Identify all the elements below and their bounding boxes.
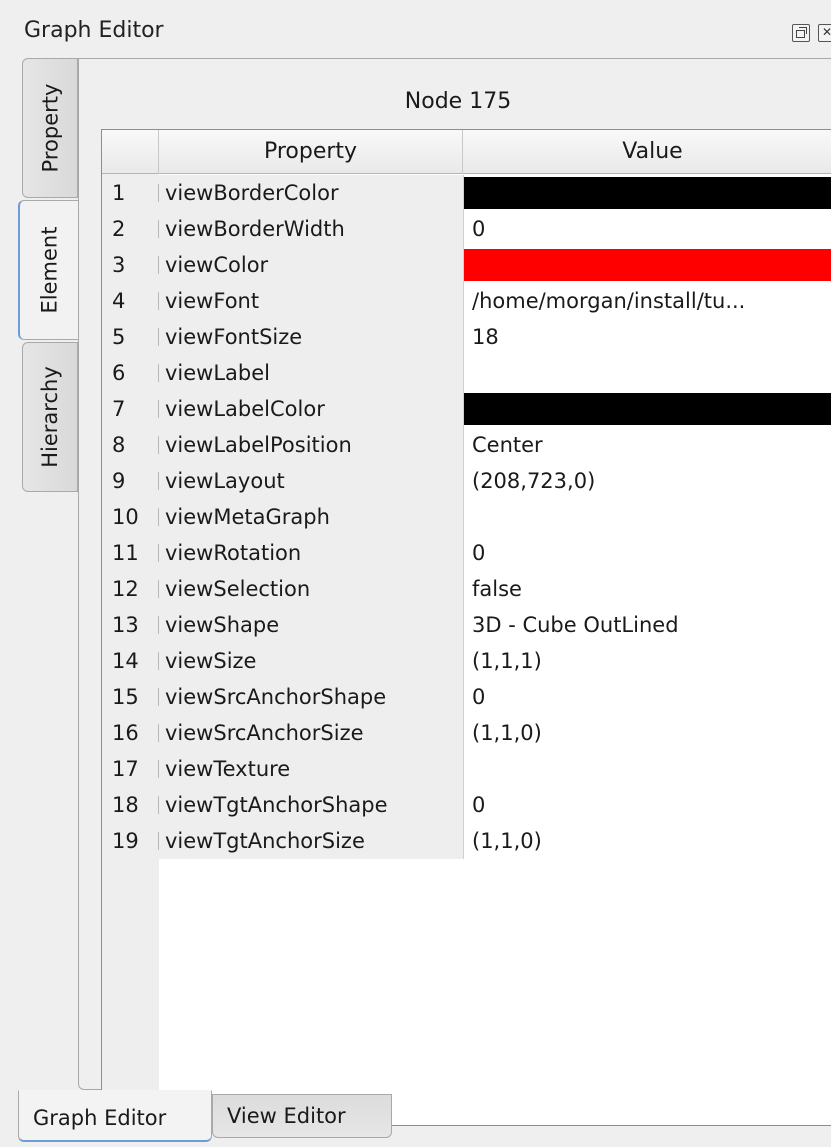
property-value-cell[interactable] [463, 499, 831, 535]
property-name-cell: viewRotation [159, 535, 463, 571]
property-name-cell: viewColor [159, 247, 463, 283]
table-row[interactable]: 2 viewBorderWidth 0 [102, 211, 831, 247]
table-row[interactable]: 9 viewLayout (208,723,0) [102, 463, 831, 499]
table-row[interactable]: 12 viewSelection false [102, 571, 831, 607]
row-number: 15 [102, 679, 159, 715]
tab-property[interactable]: Property [22, 58, 78, 198]
property-name-cell: viewLabelPosition [159, 427, 463, 463]
property-value-cell[interactable] [463, 247, 831, 283]
table-row[interactable]: 7 viewLabelColor [102, 391, 831, 427]
table-row[interactable]: 11 viewRotation 0 [102, 535, 831, 571]
property-name-cell: viewLabel [159, 355, 463, 391]
value-column-header[interactable]: Value [463, 130, 831, 174]
row-number: 5 [102, 319, 159, 355]
table-row[interactable]: 16 viewSrcAnchorSize (1,1,0) [102, 715, 831, 751]
property-value-cell[interactable]: (1,1,1) [463, 643, 831, 679]
node-title: Node 175 [404, 89, 512, 114]
table-row[interactable]: 15 viewSrcAnchorShape 0 [102, 679, 831, 715]
color-swatch[interactable] [464, 177, 831, 209]
property-value-cell[interactable]: 0 [463, 211, 831, 247]
tab-element-label: Element [37, 226, 62, 314]
table-row[interactable]: 8 viewLabelPosition Center [102, 427, 831, 463]
row-number: 12 [102, 571, 159, 607]
property-value-cell[interactable]: /home/morgan/install/tu... [463, 283, 831, 319]
property-value-cell[interactable]: 0 [463, 787, 831, 823]
color-swatch[interactable] [464, 249, 831, 281]
tab-view-editor[interactable]: View Editor [212, 1094, 392, 1138]
property-name-cell: viewBorderColor [159, 175, 463, 211]
tab-graph-editor[interactable]: Graph Editor [18, 1090, 212, 1142]
property-value-cell[interactable]: (1,1,0) [463, 715, 831, 751]
row-number: 1 [102, 175, 159, 211]
property-value-cell[interactable]: Center [463, 427, 831, 463]
row-number: 19 [102, 823, 159, 859]
property-name-cell: viewLabelColor [159, 391, 463, 427]
property-name-cell: viewSrcAnchorShape [159, 679, 463, 715]
table-body: 1 viewBorderColor 2 viewBorderWidth 0 3 viewCo… [102, 175, 831, 859]
tab-element[interactable]: Element [18, 200, 80, 340]
table-row[interactable]: 18 viewTgtAnchorShape 0 [102, 787, 831, 823]
row-number: 2 [102, 211, 159, 247]
property-name-cell: viewSize [159, 643, 463, 679]
dock-title: Graph Editor [24, 18, 164, 43]
property-name-cell: viewMetaGraph [159, 499, 463, 535]
row-number: 8 [102, 427, 159, 463]
property-name-cell: viewShape [159, 607, 463, 643]
color-swatch[interactable] [464, 393, 831, 425]
element-panel: Node 175 Property Value 1 viewBorderColor… [78, 58, 831, 1126]
row-number: 3 [102, 247, 159, 283]
row-number: 7 [102, 391, 159, 427]
row-number-header[interactable] [102, 130, 159, 174]
tab-hierarchy-label: Hierarchy [38, 366, 63, 468]
table-header: Property Value [102, 130, 831, 174]
float-window-icon[interactable] [792, 24, 810, 42]
property-name-cell: viewTgtAnchorShape [159, 787, 463, 823]
tab-property-label: Property [38, 83, 62, 173]
property-value-cell[interactable]: (1,1,0) [463, 823, 831, 859]
table-row[interactable]: 19 viewTgtAnchorSize (1,1,0) [102, 823, 831, 859]
row-number: 16 [102, 715, 159, 751]
row-number: 9 [102, 463, 159, 499]
property-value-cell[interactable]: (208,723,0) [463, 463, 831, 499]
property-name-cell: viewBorderWidth [159, 211, 463, 247]
property-name-cell: viewFont [159, 283, 463, 319]
table-row[interactable]: 13 viewShape 3D - Cube OutLined [102, 607, 831, 643]
table-row[interactable]: 3 viewColor [102, 247, 831, 283]
property-column-header[interactable]: Property [159, 130, 463, 174]
property-value-cell[interactable]: 18 [463, 319, 831, 355]
property-value-cell[interactable]: false [463, 571, 831, 607]
table-row[interactable]: 4 viewFont/home/morgan/install/tu... [102, 283, 831, 319]
row-number: 6 [102, 355, 159, 391]
property-value-cell[interactable] [463, 355, 831, 391]
row-number: 14 [102, 643, 159, 679]
property-name-cell: viewLayout [159, 463, 463, 499]
property-name-cell: viewTgtAnchorSize [159, 823, 463, 859]
table-row[interactable]: 1 viewBorderColor [102, 175, 831, 211]
table-row[interactable]: 17 viewTexture [102, 751, 831, 787]
table-row[interactable]: 5 viewFontSize 18 [102, 319, 831, 355]
row-number: 11 [102, 535, 159, 571]
tab-hierarchy[interactable]: Hierarchy [22, 342, 78, 492]
property-name-cell: viewTexture [159, 751, 463, 787]
dock-title-bar: Graph Editor ✕ [0, 0, 831, 56]
close-icon[interactable]: ✕ [818, 24, 831, 42]
table-row[interactable]: 14 viewSize (1,1,1) [102, 643, 831, 679]
property-value-cell[interactable]: 0 [463, 679, 831, 715]
row-number: 18 [102, 787, 159, 823]
table-row[interactable]: 10 viewMetaGraph [102, 499, 831, 535]
property-table[interactable]: Property Value 1 viewBorderColor 2 viewBord… [101, 129, 831, 1126]
table-row[interactable]: 6 viewLabel [102, 355, 831, 391]
row-number: 10 [102, 499, 159, 535]
row-number: 4 [102, 283, 159, 319]
row-number: 17 [102, 751, 159, 787]
property-name-cell: viewSrcAnchorSize [159, 715, 463, 751]
property-name-cell: viewSelection [159, 571, 463, 607]
property-value-cell[interactable] [463, 751, 831, 787]
property-value-cell[interactable]: 0 [463, 535, 831, 571]
property-value-cell[interactable]: 3D - Cube OutLined [463, 607, 831, 643]
property-value-cell[interactable] [463, 175, 831, 211]
property-value-cell[interactable] [463, 391, 831, 427]
property-name-cell: viewFontSize [159, 319, 463, 355]
row-number: 13 [102, 607, 159, 643]
